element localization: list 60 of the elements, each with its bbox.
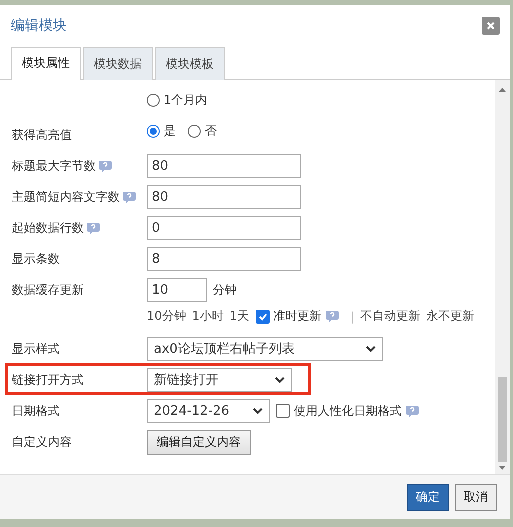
option-link[interactable]: 不自动更新 — [360, 308, 421, 325]
preset-link[interactable]: 10分钟 — [147, 308, 186, 325]
help-icon[interactable] — [326, 310, 339, 323]
dropdown-value: 新链接打开 — [154, 372, 219, 389]
field-label: 获得高亮值 — [12, 127, 72, 144]
radio-button[interactable] — [147, 125, 160, 138]
dropdown-value: ax0论坛顶栏右帖子列表 — [154, 341, 295, 358]
separator: | — [350, 310, 355, 324]
confirm-button[interactable]: 确定 — [407, 484, 449, 510]
field-label: 显示条数 — [12, 251, 60, 268]
radio-label: 否 — [205, 123, 217, 140]
tab[interactable]: 模块模板 — [155, 47, 225, 80]
close-button[interactable] — [482, 17, 500, 35]
checkbox[interactable] — [256, 310, 270, 324]
preset-link[interactable]: 1天 — [230, 308, 250, 325]
help-icon[interactable] — [123, 191, 136, 204]
scroll-thumb[interactable] — [498, 377, 507, 462]
field-label: 起始数据行数 — [12, 220, 84, 237]
close-icon — [486, 21, 496, 31]
radio-label: 是 — [164, 123, 176, 140]
field-label: 主题简短内容文字数 — [12, 189, 120, 206]
scrollbar[interactable] — [495, 80, 510, 474]
checkbox[interactable] — [276, 404, 290, 418]
dropdown-value: 2024-12-26 — [154, 404, 230, 418]
preset-link[interactable]: 1小时 — [192, 308, 224, 325]
field-label: 链接打开方式 — [12, 372, 84, 389]
chevron-down-icon — [366, 346, 376, 352]
chevron-down-icon — [253, 408, 263, 414]
field-label: 标题最大字节数 — [12, 158, 96, 175]
tab[interactable]: 模块数据 — [83, 47, 153, 80]
chevron-down-icon — [275, 376, 285, 384]
input-field[interactable]: 10 — [147, 278, 207, 302]
radio-button[interactable] — [188, 125, 201, 138]
checkmark-icon — [258, 312, 268, 322]
field-label: 数据缓存更新 — [12, 282, 84, 299]
field-label: 自定义内容 — [12, 434, 72, 451]
checkbox-label: 使用人性化日期格式 — [294, 402, 402, 420]
input-field[interactable]: 80 — [147, 154, 301, 178]
field-label: 显示样式 — [12, 341, 60, 358]
dropdown[interactable]: 2024-12-26 — [147, 399, 270, 423]
scroll-up-icon — [499, 88, 506, 92]
checkbox-label: 准时更新 — [274, 308, 322, 325]
option-link[interactable]: 永不更新 — [426, 308, 475, 325]
dropdown[interactable]: ax0论坛顶栏右帖子列表 — [147, 337, 383, 361]
scroll-down-icon — [499, 466, 506, 470]
input-field[interactable]: 80 — [147, 185, 301, 209]
edit-button[interactable]: 编辑自定义内容 — [147, 430, 251, 455]
dropdown[interactable]: 新链接打开 — [147, 368, 292, 392]
unit-label: 分钟 — [213, 282, 237, 298]
input-field[interactable]: 0 — [147, 216, 301, 240]
radio-label: 1个月内 — [164, 92, 208, 109]
help-icon[interactable] — [99, 160, 112, 173]
input-field[interactable]: 8 — [147, 247, 301, 271]
help-icon[interactable] — [406, 404, 419, 418]
tab[interactable]: 模块属性 — [11, 47, 81, 80]
field-label: 日期格式 — [12, 403, 60, 420]
cancel-button[interactable]: 取消 — [455, 484, 497, 510]
dialog-title: 编辑模块 — [11, 17, 67, 35]
help-icon[interactable] — [87, 222, 100, 235]
radio-button[interactable] — [147, 94, 160, 107]
